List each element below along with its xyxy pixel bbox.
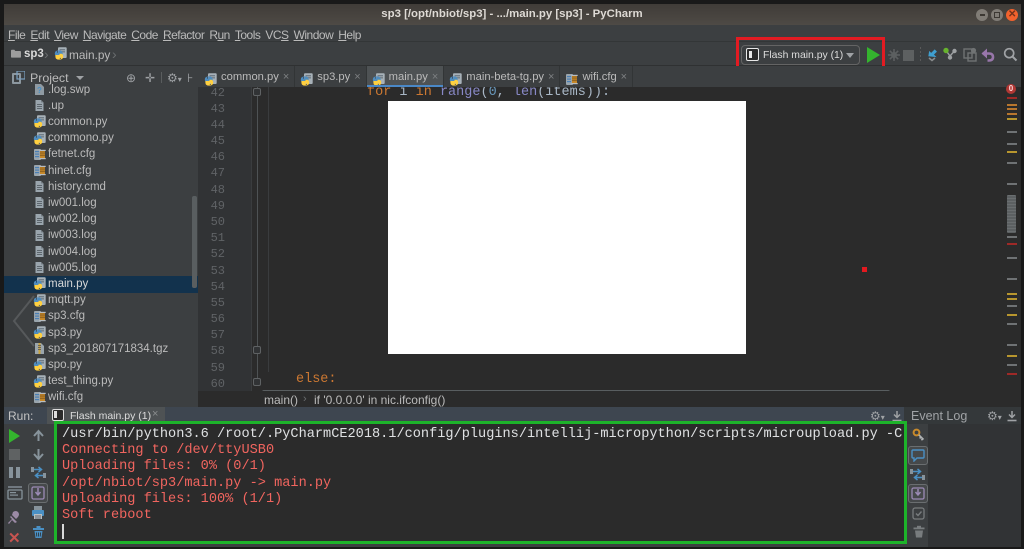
svg-text:?: ? [37, 86, 42, 95]
